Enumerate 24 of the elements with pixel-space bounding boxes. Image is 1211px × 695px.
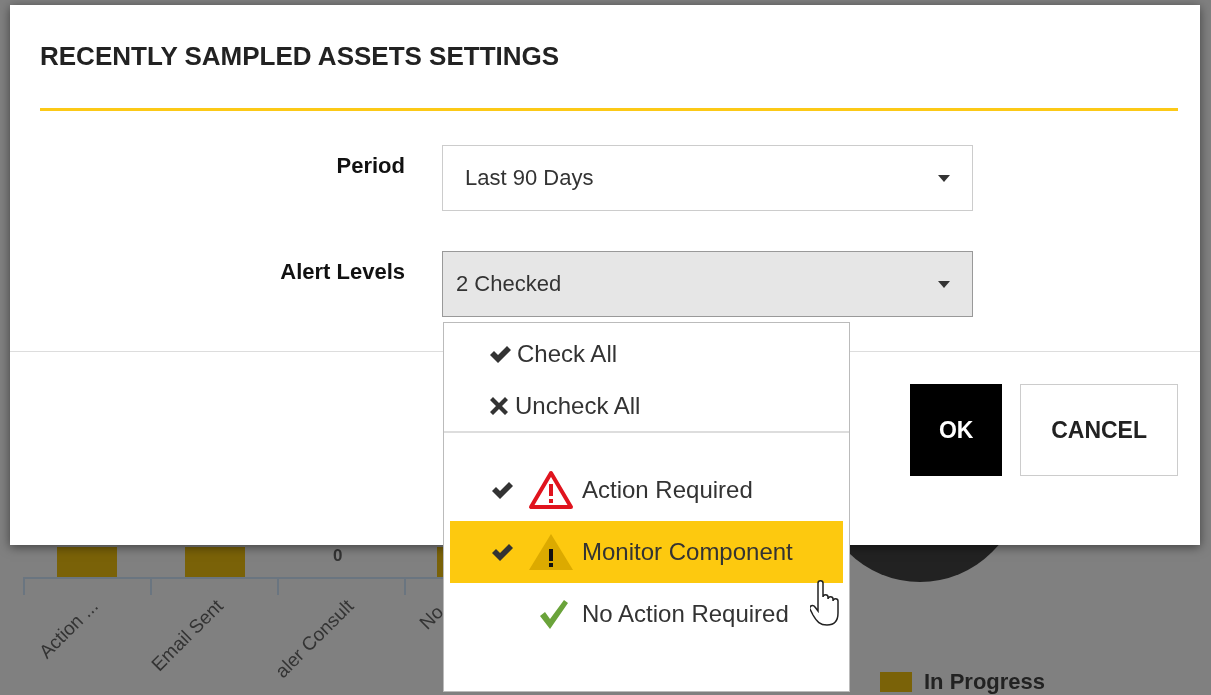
caret-icon [938,174,950,182]
dropdown-field[interactable]: Last 90 Days [442,145,973,211]
legend-label: In Progress [924,672,1046,692]
menu-item[interactable]: Monitor Component [450,521,843,583]
hand-cursor-icon [810,580,840,628]
dialog-title: RECENTLY SAMPLED ASSETS SETTINGS [40,41,560,72]
ok-button[interactable]: OK [910,384,1003,476]
field-label: Alert Levels [279,258,405,285]
menu-item[interactable]: Uncheck All [444,393,849,419]
warning-triangle-icon [528,532,574,572]
dropdown-field[interactable]: 2 Checked [442,251,973,317]
menu-item[interactable]: No Action Required [450,583,843,645]
axis-label: No [415,601,448,634]
warning-triangle-icon [528,470,574,510]
chart-bar [57,547,117,578]
value-label: 0 [333,546,343,566]
menu-item[interactable]: Action Required [450,459,843,521]
caret-icon [938,280,950,288]
field-label: Period [335,152,405,179]
menu-item[interactable]: Check All [444,341,849,367]
cancel-button[interactable]: CANCEL [1020,384,1178,476]
cross-icon [489,396,509,416]
checkmark-icon [489,345,511,363]
chart-bar [185,547,245,578]
